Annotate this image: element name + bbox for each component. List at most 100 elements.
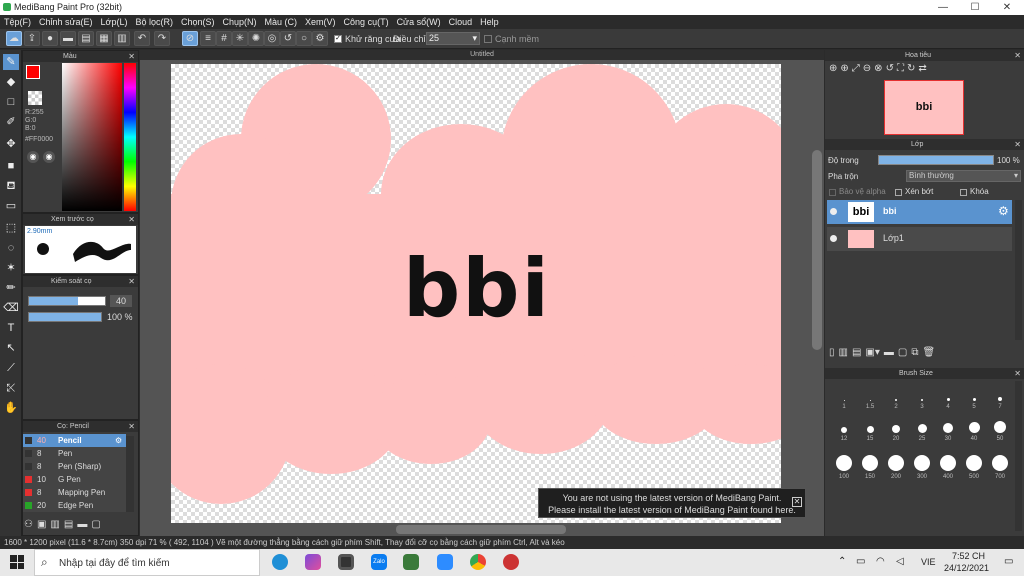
zoom-in-icon[interactable]: ⊕ [840, 63, 848, 77]
close-icon[interactable]: ✕ [128, 214, 135, 225]
flip-icon[interactable]: ⇄ [918, 63, 926, 77]
brush-size-cell[interactable]: 7 [987, 382, 1013, 410]
rotate-right-icon[interactable]: ↻ [907, 63, 915, 77]
minimize-button[interactable]: — [928, 0, 958, 15]
menu-filter[interactable]: Bộ lọc(R) [131, 15, 177, 29]
close-icon[interactable]: ✕ [128, 51, 135, 62]
hand-tool-icon[interactable]: ✋ [3, 400, 19, 416]
fit-window-icon[interactable]: ⛶ [897, 63, 904, 77]
layer-scrollbar[interactable] [1015, 200, 1022, 340]
brush-size-cell[interactable]: 150 [857, 448, 883, 480]
settings-icon[interactable]: ⚙ [312, 31, 328, 46]
drawing-canvas[interactable]: bbi [171, 64, 781, 523]
page-icon[interactable]: ▥ [114, 31, 130, 46]
brush-size-cell[interactable]: 2 [883, 382, 909, 410]
reset-zoom-icon[interactable]: ⊗ [874, 63, 882, 77]
brush-size-cell[interactable]: 3 [909, 382, 935, 410]
close-icon[interactable]: ✕ [792, 497, 802, 507]
add-layer-menu-icon[interactable]: ▣▾ [865, 347, 879, 361]
notification-icon[interactable]: ▭ [1004, 556, 1013, 567]
import-brush-icon[interactable]: ▣ [37, 519, 46, 533]
layer-opacity-slider[interactable] [878, 155, 994, 165]
close-icon[interactable]: ✕ [128, 276, 135, 287]
delete-layer-icon[interactable]: 🗑 [922, 347, 935, 361]
snap-off-icon[interactable]: ⊘ [182, 31, 198, 46]
brush-size-scrollbar[interactable] [1015, 381, 1022, 531]
rect-select-icon[interactable]: □ [3, 94, 19, 110]
merge-down-icon[interactable]: ⧉ [911, 347, 918, 361]
saturation-value-picker[interactable] [62, 63, 122, 211]
redo-icon[interactable]: ↷ [154, 31, 170, 46]
rotate-left-icon[interactable]: ↺ [886, 63, 894, 77]
brush-size-cell[interactable]: 5 [961, 382, 987, 410]
export-icon[interactable]: ⇪ [24, 31, 40, 46]
close-button[interactable]: ✕ [992, 0, 1022, 15]
list-item[interactable]: 20 Edge Pen [23, 499, 126, 512]
clock-time[interactable]: 7:52 CH [952, 551, 985, 561]
grid-snap-icon[interactable]: # [216, 31, 232, 46]
divide-tool-icon[interactable]: ⟋ [3, 360, 19, 376]
curve-snap-icon[interactable]: ↺ [280, 31, 296, 46]
duplicate-icon[interactable]: ▢ [91, 519, 100, 533]
canvas-vertical-scrollbar[interactable] [812, 150, 822, 350]
folder-icon[interactable]: ▬ [77, 519, 87, 533]
clock-date[interactable]: 24/12/2021 [944, 563, 989, 573]
app-icon[interactable] [305, 554, 321, 570]
brush-size-cell[interactable]: 50 [987, 414, 1013, 442]
new-brush-icon[interactable]: ▥ [50, 519, 59, 533]
select-eraser-icon[interactable]: ⌫ [3, 300, 19, 316]
brush-size-cell[interactable]: 400 [935, 448, 961, 480]
new-halftone-layer-icon[interactable]: ▥ [839, 347, 848, 361]
taskbar-search[interactable]: ⌕ Nhập tại đây để tìm kiếm [34, 549, 260, 576]
menu-help[interactable]: Help [476, 15, 503, 29]
gear-icon[interactable]: ⚙ [115, 434, 122, 447]
brush-size-cell[interactable]: 40 [961, 414, 987, 442]
eye-icon[interactable] [830, 235, 837, 242]
brush-size-cell[interactable]: 30 [935, 414, 961, 442]
select-tool-icon[interactable]: ⬚ [3, 220, 19, 236]
antialias-checkbox[interactable]: ✓ [334, 35, 342, 43]
menu-tools[interactable]: Công cụ(T) [340, 15, 393, 29]
brush-size-value[interactable]: 40 [110, 295, 132, 307]
menu-color[interactable]: Màu (C) [261, 15, 302, 29]
network-icon[interactable]: ▭ [856, 556, 865, 567]
circle-snap-icon[interactable]: ○ [296, 31, 312, 46]
brush-size-cell[interactable]: 1 [831, 382, 857, 410]
medibang-icon[interactable] [503, 554, 519, 570]
grid-layout-icon[interactable]: ▦ [96, 31, 112, 46]
radial-line-icon[interactable]: ✺ [248, 31, 264, 46]
list-item[interactable]: 40 Pencil ⚙ [23, 434, 126, 447]
brush-size-cell[interactable]: 15 [857, 414, 883, 442]
brush-size-cell[interactable]: 25 [909, 414, 935, 442]
eraser-tool-icon[interactable]: ◆ [3, 74, 19, 90]
bucket-tool-icon[interactable]: ⛾ [3, 178, 19, 194]
navigator-thumbnail[interactable]: bbi [884, 80, 964, 135]
parallel-snap-icon[interactable]: ≡ [200, 31, 216, 46]
brush-size-cell[interactable]: 12 [831, 414, 857, 442]
adjust-select[interactable]: 25 ▾ [426, 32, 480, 45]
fill-rect-icon[interactable]: ■ [3, 158, 19, 174]
menu-view[interactable]: Xem(V) [301, 15, 340, 29]
gear-icon[interactable]: ⚙ [998, 204, 1009, 218]
add-brush-icon[interactable]: ⚇ [24, 519, 33, 533]
primary-color-swatch[interactable] [26, 65, 40, 79]
list-item[interactable]: 8 Pen (Sharp) [23, 460, 126, 473]
dot-brush-icon[interactable]: ✐ [3, 114, 19, 130]
edge-icon[interactable] [272, 554, 288, 570]
zoom-out-icon[interactable]: ⊖ [863, 63, 871, 77]
zoom-icon[interactable] [437, 554, 453, 570]
menu-cloud[interactable]: Cloud [445, 15, 477, 29]
copy-brush-icon[interactable]: ▤ [64, 519, 73, 533]
close-icon[interactable]: ✕ [1014, 50, 1021, 61]
color-history-icon[interactable]: ◉ [43, 151, 55, 163]
brush-list-scrollbar[interactable] [126, 436, 134, 512]
brush-size-cell[interactable]: 100 [831, 448, 857, 480]
gradient-tool-icon[interactable]: ▭ [3, 198, 19, 214]
soft-edge-checkbox[interactable] [484, 35, 492, 43]
close-icon[interactable]: ✕ [128, 421, 135, 432]
speech-bubble-icon[interactable]: ● [42, 31, 58, 46]
cloud-icon[interactable]: ☁ [6, 31, 22, 46]
chevron-up-icon[interactable]: ⌃ [838, 556, 846, 567]
undo-icon[interactable]: ↶ [134, 31, 150, 46]
brush-tool-icon[interactable]: ✎ [3, 54, 19, 70]
